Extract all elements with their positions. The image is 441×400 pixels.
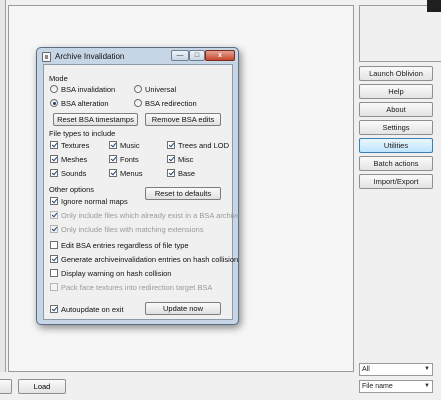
checkbox-label-autoupdate-on-exit: Autoupdate on exit [61, 305, 124, 314]
checkbox-label-meshes: Meshes [61, 155, 88, 164]
checkbox-label-ignore-normal-maps: Ignore normal maps [61, 197, 128, 206]
dialog-title: Archive Invalidation [55, 52, 125, 61]
checkbox-menus[interactable] [109, 169, 117, 177]
radio-label-bsa-redirection: BSA redirection [145, 99, 197, 108]
radio-universal[interactable] [134, 85, 142, 93]
checkbox-label-only-existing-in-bsa: Only include files which already exist i… [61, 211, 241, 220]
archive-invalidation-dialog: Archive Invalidation — □ x Mode BSA inva… [36, 47, 240, 325]
help-button[interactable]: Help [359, 84, 433, 99]
minimize-button[interactable]: — [171, 50, 189, 61]
settings-button[interactable]: Settings [359, 120, 433, 135]
checkbox-label-pack-face-textures: Pack face textures into redirection targ… [61, 283, 213, 292]
load-button[interactable]: Load [18, 379, 66, 394]
checkbox-textures[interactable] [50, 141, 58, 149]
checkbox-label-fonts: Fonts [120, 155, 139, 164]
checkbox-ignore-normal-maps[interactable] [50, 197, 58, 205]
checkbox-label-warning-hash-collision: Display warning on hash collision [61, 269, 172, 278]
checkbox-only-matching-extensions[interactable] [50, 225, 58, 233]
checkbox-label-textures: Textures [61, 141, 90, 150]
window-app-icon [42, 52, 51, 62]
minimize-icon: — [176, 52, 184, 59]
checkbox-music[interactable] [109, 141, 117, 149]
dialog-body: Mode BSA invalidation Universal BSA alte… [43, 64, 240, 320]
launch-oblivion-button[interactable]: Launch Oblivion [359, 66, 433, 81]
checkbox-misc[interactable] [167, 155, 175, 163]
other-options-group-label: Other options [49, 185, 95, 194]
maximize-button[interactable]: □ [189, 50, 205, 61]
checkbox-base[interactable] [167, 169, 175, 177]
checkbox-label-generate-on-hash-collision: Generate archiveinvalidation entries on … [61, 255, 239, 264]
checkbox-pack-face-textures[interactable] [50, 283, 58, 291]
checkbox-label-only-matching-extensions: Only include files with matching extensi… [61, 225, 204, 234]
radio-label-bsa-invalidation: BSA invalidation [61, 85, 116, 94]
chevron-down-icon: ▼ [424, 383, 430, 389]
filter-dropdown[interactable]: All ▼ [359, 363, 433, 376]
radio-bsa-invalidation[interactable] [50, 85, 58, 93]
checkbox-generate-on-hash-collision[interactable] [50, 255, 58, 263]
checkbox-only-existing-in-bsa[interactable] [50, 211, 58, 219]
radio-label-universal: Universal [145, 85, 177, 94]
checkbox-label-misc: Misc [178, 155, 194, 164]
checkbox-fonts[interactable] [109, 155, 117, 163]
about-button[interactable]: About [359, 102, 433, 117]
remove-bsa-edits-button[interactable]: Remove BSA edits [145, 113, 221, 126]
close-icon: x [218, 52, 222, 59]
checkbox-sounds[interactable] [50, 169, 58, 177]
file-types-group-label: File types to include [49, 129, 116, 138]
utilities-button[interactable]: Utilities [359, 138, 433, 153]
checkbox-meshes[interactable] [50, 155, 58, 163]
sort-dropdown-value: File name [362, 383, 393, 390]
checkbox-warning-hash-collision[interactable] [50, 269, 58, 277]
mode-group-label: Mode [49, 74, 68, 83]
chevron-down-icon: ▼ [424, 366, 430, 372]
radio-bsa-alteration[interactable] [50, 99, 58, 107]
reset-to-defaults-button[interactable]: Reset to defaults [145, 187, 221, 200]
checkbox-label-base: Base [178, 169, 196, 178]
checkbox-label-music: Music [120, 141, 140, 150]
close-button[interactable]: x [205, 50, 235, 61]
left-bottom-button[interactable] [0, 379, 12, 394]
maximize-icon: □ [194, 52, 200, 59]
checkbox-label-edit-bsa-entries: Edit BSA entries regardless of file type [61, 241, 189, 250]
window-corner [427, 0, 441, 12]
reset-bsa-timestamps-button[interactable]: Reset BSA timestamps [53, 113, 138, 126]
filter-dropdown-value: All [362, 366, 370, 373]
checkbox-label-menus: Menus [120, 169, 143, 178]
checkbox-trees-and-lod[interactable] [167, 141, 175, 149]
left-panel-edge [0, 0, 6, 372]
checkbox-edit-bsa-entries[interactable] [50, 241, 58, 249]
import-export-button[interactable]: Import/Export [359, 174, 433, 189]
radio-bsa-redirection[interactable] [134, 99, 142, 107]
sort-dropdown[interactable]: File name ▼ [359, 380, 433, 393]
preview-panel [359, 5, 441, 62]
update-now-button[interactable]: Update now [145, 302, 221, 315]
checkbox-label-sounds: Sounds [61, 169, 87, 178]
checkbox-label-trees-and-lod: Trees and LOD [178, 141, 229, 150]
batch-actions-button[interactable]: Batch actions [359, 156, 433, 171]
checkbox-autoupdate-on-exit[interactable] [50, 305, 58, 313]
radio-label-bsa-alteration: BSA alteration [61, 99, 109, 108]
